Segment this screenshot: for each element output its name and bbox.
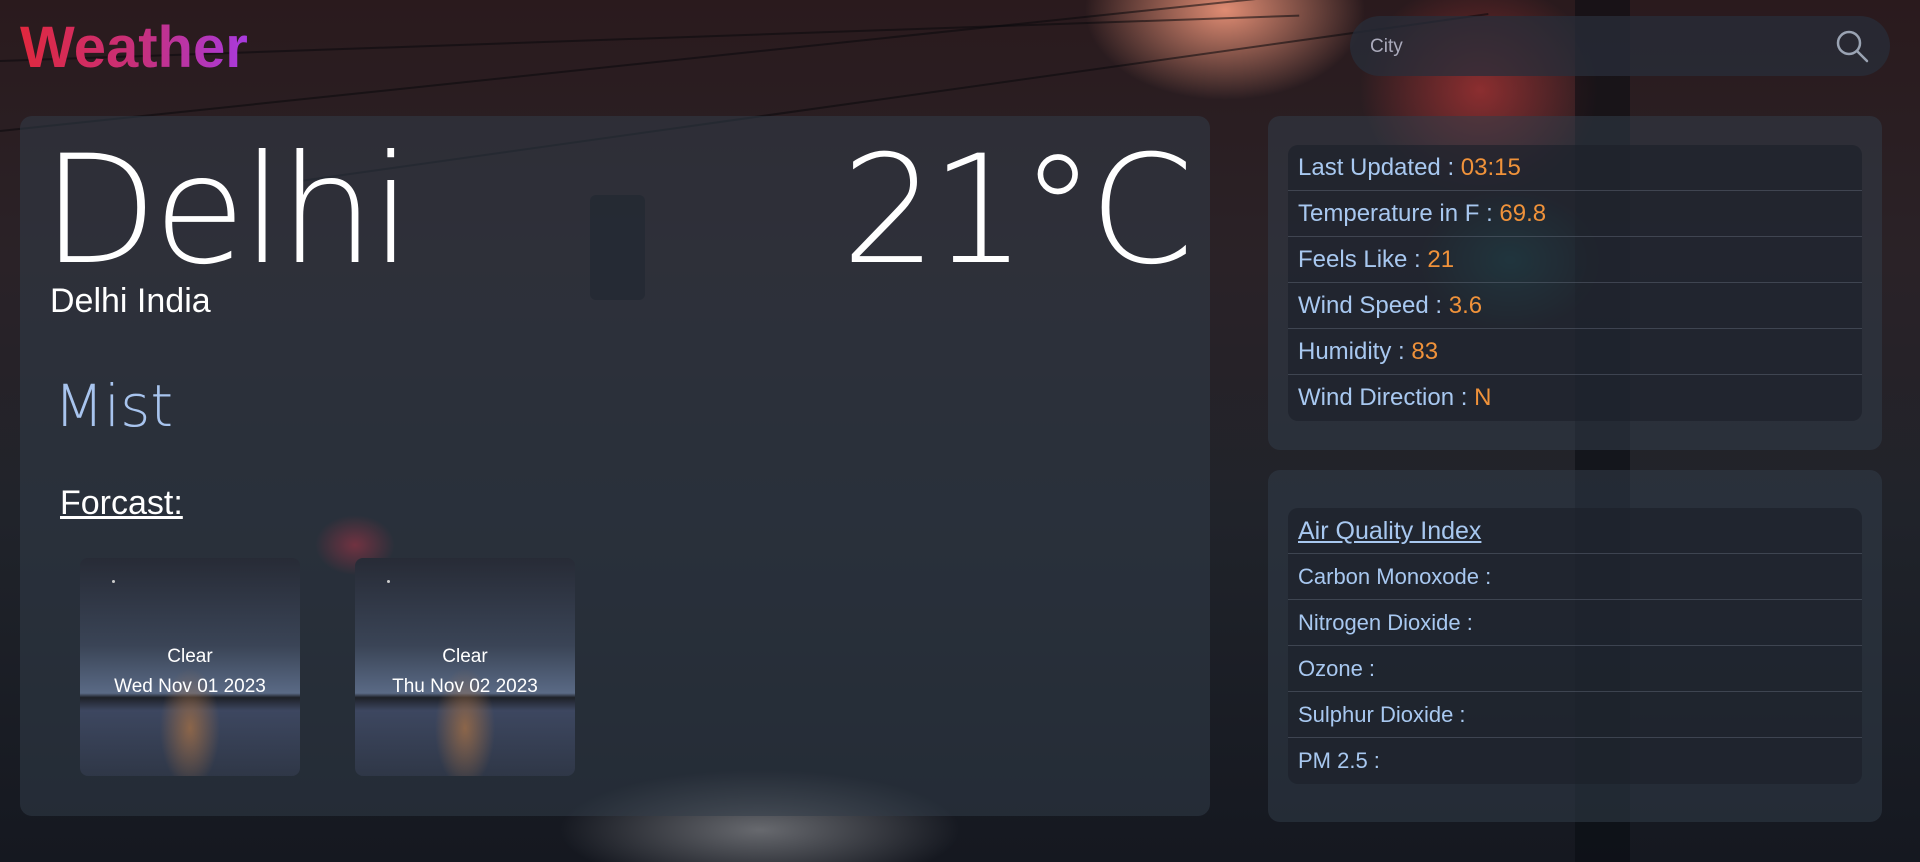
weather-details-list: Last Updated : 03:15 Temperature in F : … — [1288, 145, 1862, 421]
current-weather-panel: Delhi Delhi India 21°C Mist Forcast: Cle… — [20, 116, 1210, 816]
weather-condition: Mist — [54, 372, 174, 440]
detail-value: N — [1474, 384, 1492, 411]
detail-label: Feels Like : — [1298, 246, 1428, 273]
app-logo[interactable]: Weather — [20, 14, 248, 81]
detail-wind-speed: Wind Speed : 3.6 — [1288, 283, 1862, 329]
aqi-carbon-monoxide: Carbon Monoxode : — [1288, 554, 1862, 600]
forecast-card[interactable]: Clear Wed Nov 01 2023 — [80, 558, 300, 776]
detail-feels-like: Feels Like : 21 — [1288, 237, 1862, 283]
weather-details-panel: Last Updated : 03:15 Temperature in F : … — [1268, 116, 1882, 450]
forecast-date: Wed Nov 01 2023 — [114, 676, 266, 697]
current-temperature: 21°C — [841, 124, 1194, 298]
search-input[interactable] — [1368, 26, 1812, 68]
detail-value: 21 — [1427, 246, 1455, 273]
location-subtitle: Delhi India — [50, 282, 211, 320]
detail-label: Wind Speed : — [1298, 292, 1449, 319]
detail-last-updated: Last Updated : 03:15 — [1288, 145, 1862, 191]
aqi-nitrogen-dioxide: Nitrogen Dioxide : — [1288, 600, 1862, 646]
city-name: Delhi — [42, 124, 412, 298]
forecast-condition: Clear — [442, 646, 488, 667]
forecast-card[interactable]: Clear Thu Nov 02 2023 — [355, 558, 575, 776]
aqi-label: Nitrogen Dioxide : — [1298, 610, 1473, 635]
detail-temperature-f: Temperature in F : 69.8 — [1288, 191, 1862, 237]
detail-label: Temperature in F : — [1298, 200, 1500, 227]
detail-label: Wind Direction : — [1298, 384, 1475, 411]
star-decoration — [112, 580, 115, 583]
search-icon[interactable] — [1834, 28, 1870, 64]
aqi-label: Carbon Monoxode : — [1298, 564, 1492, 589]
detail-value: 3.6 — [1448, 292, 1483, 319]
air-quality-list: Air Quality Index Carbon Monoxode : Nitr… — [1288, 508, 1862, 784]
detail-value: 83 — [1411, 338, 1439, 365]
aqi-label: Sulphur Dioxide : — [1298, 702, 1466, 727]
aqi-pm25: PM 2.5 : — [1288, 738, 1862, 784]
detail-wind-direction: Wind Direction : N — [1288, 375, 1862, 421]
detail-value: 69.8 — [1499, 200, 1547, 227]
star-decoration — [387, 580, 390, 583]
aqi-label: PM 2.5 : — [1298, 748, 1380, 773]
detail-label: Last Updated : — [1298, 154, 1461, 181]
air-quality-panel: Air Quality Index Carbon Monoxode : Nitr… — [1268, 470, 1882, 822]
aqi-label: Ozone : — [1298, 656, 1376, 681]
forecast-heading: Forcast: — [60, 484, 183, 522]
forecast-card-text: Clear Thu Nov 02 2023 — [355, 642, 575, 702]
forecast-condition: Clear — [167, 646, 213, 667]
forecast-date: Thu Nov 02 2023 — [392, 676, 538, 697]
air-quality-heading: Air Quality Index — [1288, 508, 1862, 554]
forecast-card-text: Clear Wed Nov 01 2023 — [80, 642, 300, 702]
aqi-ozone: Ozone : — [1288, 646, 1862, 692]
detail-humidity: Humidity : 83 — [1288, 329, 1862, 375]
search-bar — [1350, 16, 1890, 76]
aqi-sulphur-dioxide: Sulphur Dioxide : — [1288, 692, 1862, 738]
detail-value: 03:15 — [1460, 154, 1521, 181]
detail-label: Humidity : — [1298, 338, 1412, 365]
